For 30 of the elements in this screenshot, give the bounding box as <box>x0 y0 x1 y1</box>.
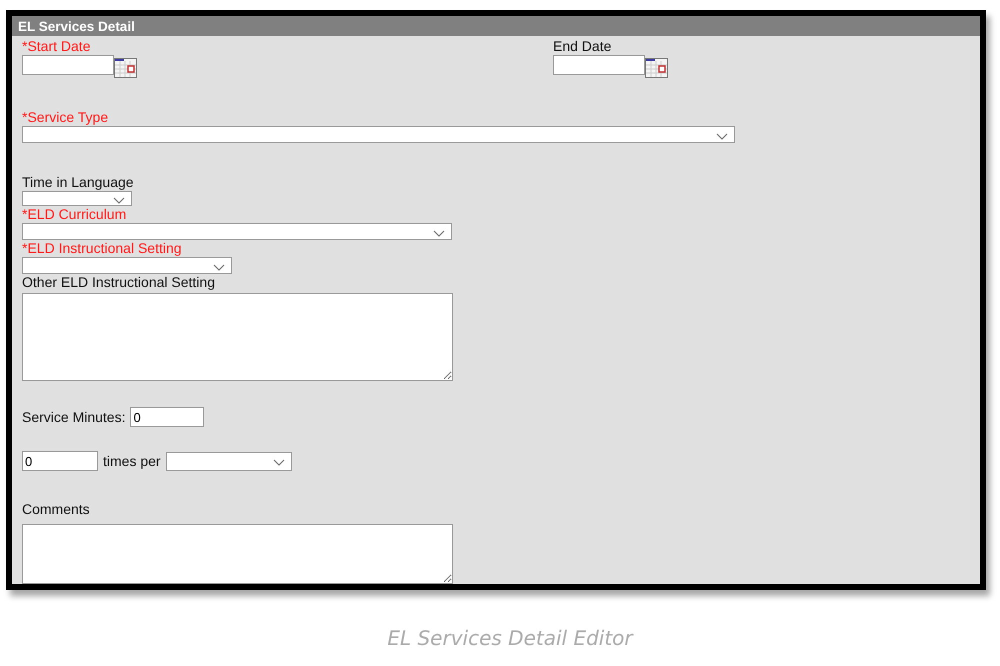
eld-instructional-setting-dropdown[interactable] <box>22 257 232 274</box>
text-area[interactable] <box>22 293 453 381</box>
calendar-icon[interactable] <box>114 58 137 78</box>
period-dropdown[interactable] <box>166 452 292 470</box>
calendar-icon[interactable] <box>645 58 668 78</box>
figure-caption: EL Services Detail Editor <box>386 626 635 650</box>
frequency-input[interactable]: 0 <box>22 451 98 471</box>
eld-curriculum-dropdown[interactable] <box>22 223 452 240</box>
comments-area[interactable] <box>22 524 453 584</box>
chevron-down-icon <box>113 196 125 204</box>
chevron-down-icon <box>433 230 445 238</box>
chevron-down-icon <box>716 133 728 140</box>
field-label: times per <box>103 452 161 470</box>
field-label: Other ELD Instructional Setting <box>22 274 215 291</box>
date-input[interactable] <box>553 55 645 75</box>
chevron-down-icon <box>213 264 225 272</box>
field-label: *ELD Curriculum <box>22 206 126 224</box>
time-in-language-dropdown[interactable] <box>22 190 132 206</box>
field-label: Time in Language <box>22 174 134 191</box>
field-label: *Service Type <box>22 109 108 126</box>
service-type-dropdown[interactable] <box>22 126 735 143</box>
field-label: *Start Date <box>22 38 92 55</box>
panel-title: EL Services Detail <box>12 16 980 36</box>
service-minutes-input[interactable]: 0 <box>130 407 204 427</box>
chevron-down-icon <box>272 458 285 466</box>
field-label: End Date <box>553 38 612 55</box>
field-label: Comments <box>22 501 90 518</box>
field-label: *ELD Instructional Setting <box>22 240 182 258</box>
date-input[interactable] <box>22 55 114 75</box>
field-label: Service Minutes: <box>22 408 126 426</box>
